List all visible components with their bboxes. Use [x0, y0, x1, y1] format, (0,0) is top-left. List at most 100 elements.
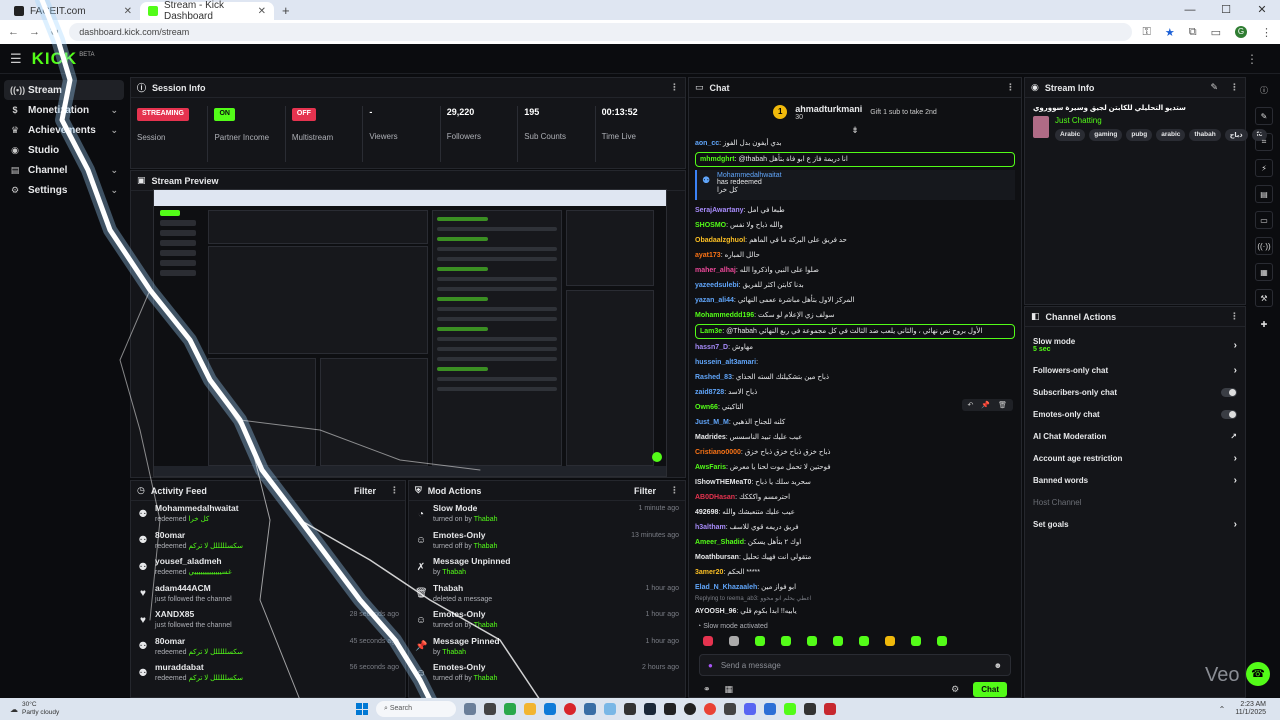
chat-users-icon[interactable]: ⚭ [703, 684, 711, 695]
chat-message-highlighted[interactable]: mhmdghrt: @thabah انا دريمة فاز ع ابو فا… [695, 152, 1015, 167]
chat-message-highlighted[interactable]: Lam3e: @Thabah الأول بروح نص نهائي ، وال… [695, 324, 1015, 339]
tab-kick-dashboard[interactable]: Stream - Kick Dashboard ✕ [140, 0, 274, 22]
emote-icon[interactable] [729, 636, 739, 646]
chat-username[interactable]: SerajAwartany [695, 207, 744, 214]
account-age-setting[interactable]: Account age restriction › [1025, 447, 1245, 469]
chat-username[interactable]: Just_M_M [695, 419, 729, 426]
list-item[interactable]: 🗑 Thabah deleted a message 1 hour ago [409, 581, 685, 608]
chat-username[interactable]: Own66 [695, 404, 718, 411]
list-item[interactable]: ♥ adam444ACM just followed the channel [131, 581, 405, 608]
account-menu-icon[interactable]: ⋮ [1246, 52, 1258, 66]
maximize-icon[interactable]: ☐ [1208, 0, 1244, 20]
banned-words-setting[interactable]: Banned words › [1025, 469, 1245, 491]
emote-icon[interactable] [833, 636, 843, 646]
chat-username[interactable]: 492698 [695, 509, 718, 516]
sidebar-item-channel[interactable]: ▤ Channel ⌄ [0, 160, 128, 180]
weather-widget[interactable]: ☁ 30°C Partly cloudy [0, 701, 140, 717]
chat-message[interactable]: Just_M_M: كلنه للجناح الذهبي [695, 415, 1015, 430]
ai-moderation-setting[interactable]: AI Chat Moderation ↗ [1025, 425, 1245, 447]
url-field[interactable]: dashboard.kick.com/stream [69, 23, 1133, 41]
chat-settings-icon[interactable]: ⚙ [951, 684, 959, 695]
emote-icon[interactable] [859, 636, 869, 646]
chat-username[interactable]: Cristiano0000 [695, 449, 741, 456]
list-item[interactable]: ✗ Message Unpinned by Thabah [409, 554, 685, 581]
chat-message[interactable]: 3amer20: الحكم ***** [695, 565, 1015, 580]
app-icon[interactable] [764, 703, 776, 715]
reload-icon[interactable]: ↻ [50, 26, 59, 39]
chat-username[interactable]: Lam3e [700, 328, 722, 335]
tab-faceit[interactable]: FACEIT.com ✕ [6, 2, 140, 20]
hamburger-menu-icon[interactable]: ☰ [10, 51, 22, 67]
chat-username[interactable]: yazeedsulebi [695, 282, 739, 289]
app-icon[interactable] [664, 703, 676, 715]
help-chat-button[interactable]: ☎ [1246, 662, 1270, 686]
chat-username[interactable]: SHOSMO [695, 222, 726, 229]
minimize-icon[interactable]: — [1172, 0, 1208, 20]
kick-logo[interactable]: KICK [32, 49, 78, 69]
chat-message[interactable]: hassn7_D: مهاوش [695, 340, 1015, 355]
chat-message[interactable]: yazan_ali44: المركز الاول بتأهل مباشرة ع… [695, 293, 1015, 308]
steam-icon[interactable] [644, 703, 656, 715]
close-tab-icon[interactable]: ✕ [258, 6, 266, 17]
app-icon[interactable] [824, 703, 836, 715]
chat-message[interactable]: Ameer_Shadid: اوك ٢ بتأهل يسكن [695, 535, 1015, 550]
chat-message[interactable]: AwsFaris: فوحتين لا تحمل موت لحنا يا معر… [695, 460, 1015, 475]
chat-message[interactable]: SHOSMO: والله ذباح ولا نفس [695, 218, 1015, 233]
filter-button[interactable]: Filter [634, 486, 656, 496]
subscribers-only-setting[interactable]: Subscribers-only chat [1025, 381, 1245, 403]
emote-icon[interactable] [911, 636, 921, 646]
followers-only-setting[interactable]: Followers-only chat › [1025, 359, 1245, 381]
slow-mode-setting[interactable]: Slow mode 5 sec › [1025, 331, 1245, 359]
chat-username[interactable]: hussein_alt3amari [695, 359, 756, 366]
list-item[interactable]: ☺ Emotes-Only turned off by Thabah 13 mi… [409, 528, 685, 555]
edge-icon[interactable] [544, 703, 556, 715]
pin-icon[interactable]: 📌 [981, 401, 990, 409]
chat-username[interactable]: Madrides [695, 434, 726, 441]
more-options-icon[interactable]: ⋮ [390, 485, 399, 496]
send-chat-button[interactable]: Chat [973, 682, 1007, 697]
chat-username[interactable]: Mohammeddd196 [695, 312, 754, 319]
new-tab-button[interactable]: + [274, 2, 298, 20]
profile-avatar[interactable]: G [1235, 25, 1247, 38]
list-item[interactable]: ⚉ muraddabat redeemed سكسلللللل لا تركم … [131, 660, 405, 687]
emote-icon[interactable] [781, 636, 791, 646]
list-item[interactable]: ☺ Emotes-Only turned off by Thabah 2 hou… [409, 660, 685, 687]
chat-username[interactable]: Moathbursan [695, 554, 739, 561]
chat-message[interactable]: Madrides: عيب عليك تبيد الناسسس [695, 430, 1015, 445]
app-icon[interactable] [604, 703, 616, 715]
windows-start-icon[interactable] [356, 703, 368, 715]
chat-username[interactable]: Obadaalzghuol [695, 237, 745, 244]
chat-username[interactable]: h3altham [695, 524, 726, 531]
sidebar-item-stream[interactable]: ((•)) Stream [4, 80, 124, 100]
add-widget-icon[interactable]: ✚ [1255, 315, 1273, 333]
reply-icon[interactable]: ↶ [968, 401, 974, 409]
list-item[interactable]: ☺ Emotes-Only turned on by Thabah 1 hour… [409, 607, 685, 634]
chat-username[interactable]: AB0DHasan [695, 494, 735, 501]
bookmark-star-icon[interactable]: ★ [1165, 26, 1175, 39]
emote-icon[interactable] [807, 636, 817, 646]
broadcast-icon[interactable]: ((·)) [1255, 237, 1273, 255]
chat-username[interactable]: ayat173 [695, 252, 721, 259]
trash-icon[interactable]: 🗑 [998, 401, 1007, 409]
edit-pencil-icon[interactable]: ✎ [1255, 107, 1273, 125]
task-view-icon[interactable] [484, 703, 496, 715]
chat-username[interactable]: Rashed_83 [695, 374, 732, 381]
more-options-icon[interactable]: ⋮ [670, 485, 679, 496]
chat-message[interactable]: 492698: عيب عليك متنعبشك والله [695, 505, 1015, 520]
stream-category[interactable]: Just Chatting [1055, 116, 1267, 125]
chat-username[interactable]: yazan_ali44 [695, 297, 734, 304]
emotes-only-toggle[interactable] [1221, 409, 1237, 419]
wrench-icon[interactable]: ⚒ [1255, 289, 1273, 307]
app-icon[interactable] [584, 703, 596, 715]
top-gifter-banner[interactable]: 1 ahmadturkmani 30 Gift 1 sub to take 2n… [689, 98, 1021, 126]
sidebar-item-monetization[interactable]: $ Monetization ⌄ [0, 100, 128, 120]
giftbox-icon[interactable]: ▦ [725, 684, 734, 695]
chat-message[interactable]: ayat173: حالل المباره [695, 248, 1015, 263]
more-options-icon[interactable]: ⋮ [1230, 82, 1239, 93]
chat-message[interactable]: SerajAwartany: طبعا في امل [695, 203, 1015, 218]
opera-icon[interactable] [564, 703, 576, 715]
chat-message[interactable]: maher_alhaj: صلوا على النبي واذكروا الله [695, 263, 1015, 278]
calendar-icon[interactable]: ▦ [1255, 263, 1273, 281]
sidebar-item-settings[interactable]: ⚙ Settings ⌄ [0, 180, 128, 200]
lightning-icon[interactable]: ⚡ [1255, 159, 1273, 177]
